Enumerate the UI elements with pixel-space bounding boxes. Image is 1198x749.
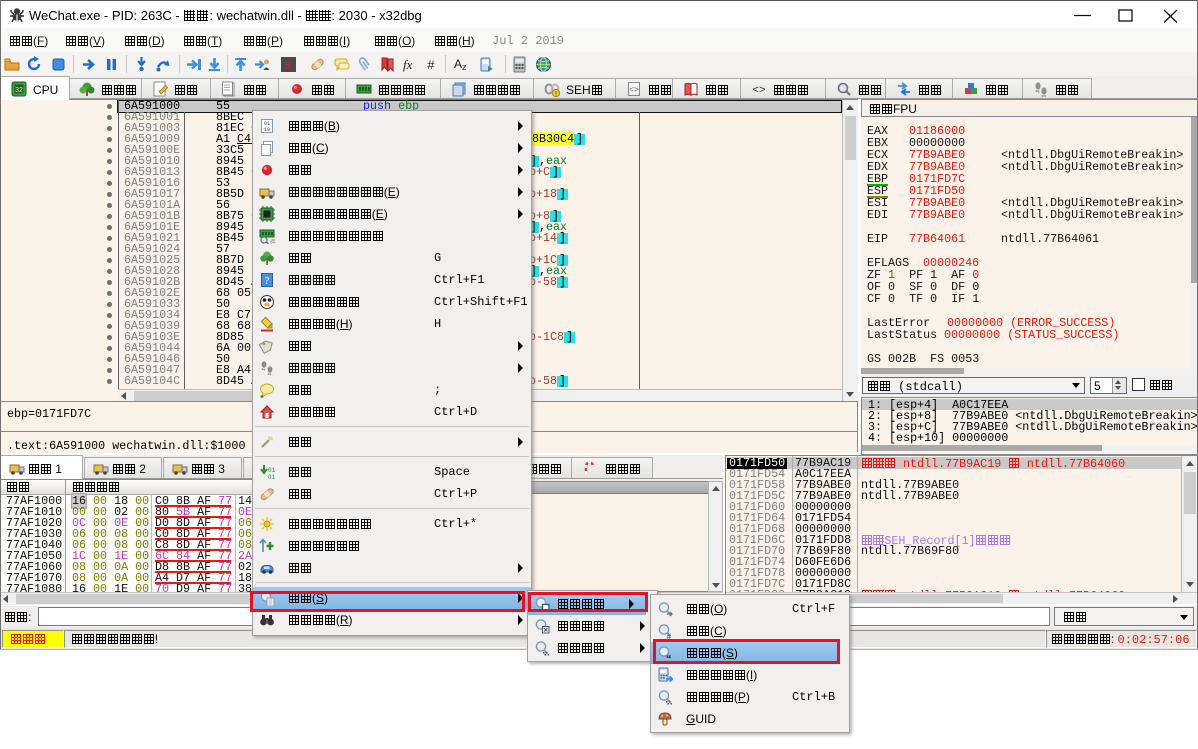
- svg-text:z: z: [462, 62, 467, 72]
- svg-text:<>: <>: [629, 86, 639, 95]
- svg-text:#: #: [427, 58, 435, 73]
- svg-text:A: A: [454, 57, 462, 71]
- svg-text:01: 01: [268, 467, 275, 474]
- svg-text:S: S: [285, 58, 292, 72]
- svg-text:10: 10: [264, 126, 271, 133]
- svg-text:?: ?: [265, 276, 270, 287]
- svg-text:fx: fx: [403, 57, 413, 72]
- svg-text:!: !: [555, 91, 557, 98]
- svg-text:01: 01: [268, 474, 275, 480]
- svg-text:@: @: [270, 240, 275, 245]
- svg-text:32: 32: [15, 87, 23, 94]
- svg-text:<>: <>: [752, 85, 765, 97]
